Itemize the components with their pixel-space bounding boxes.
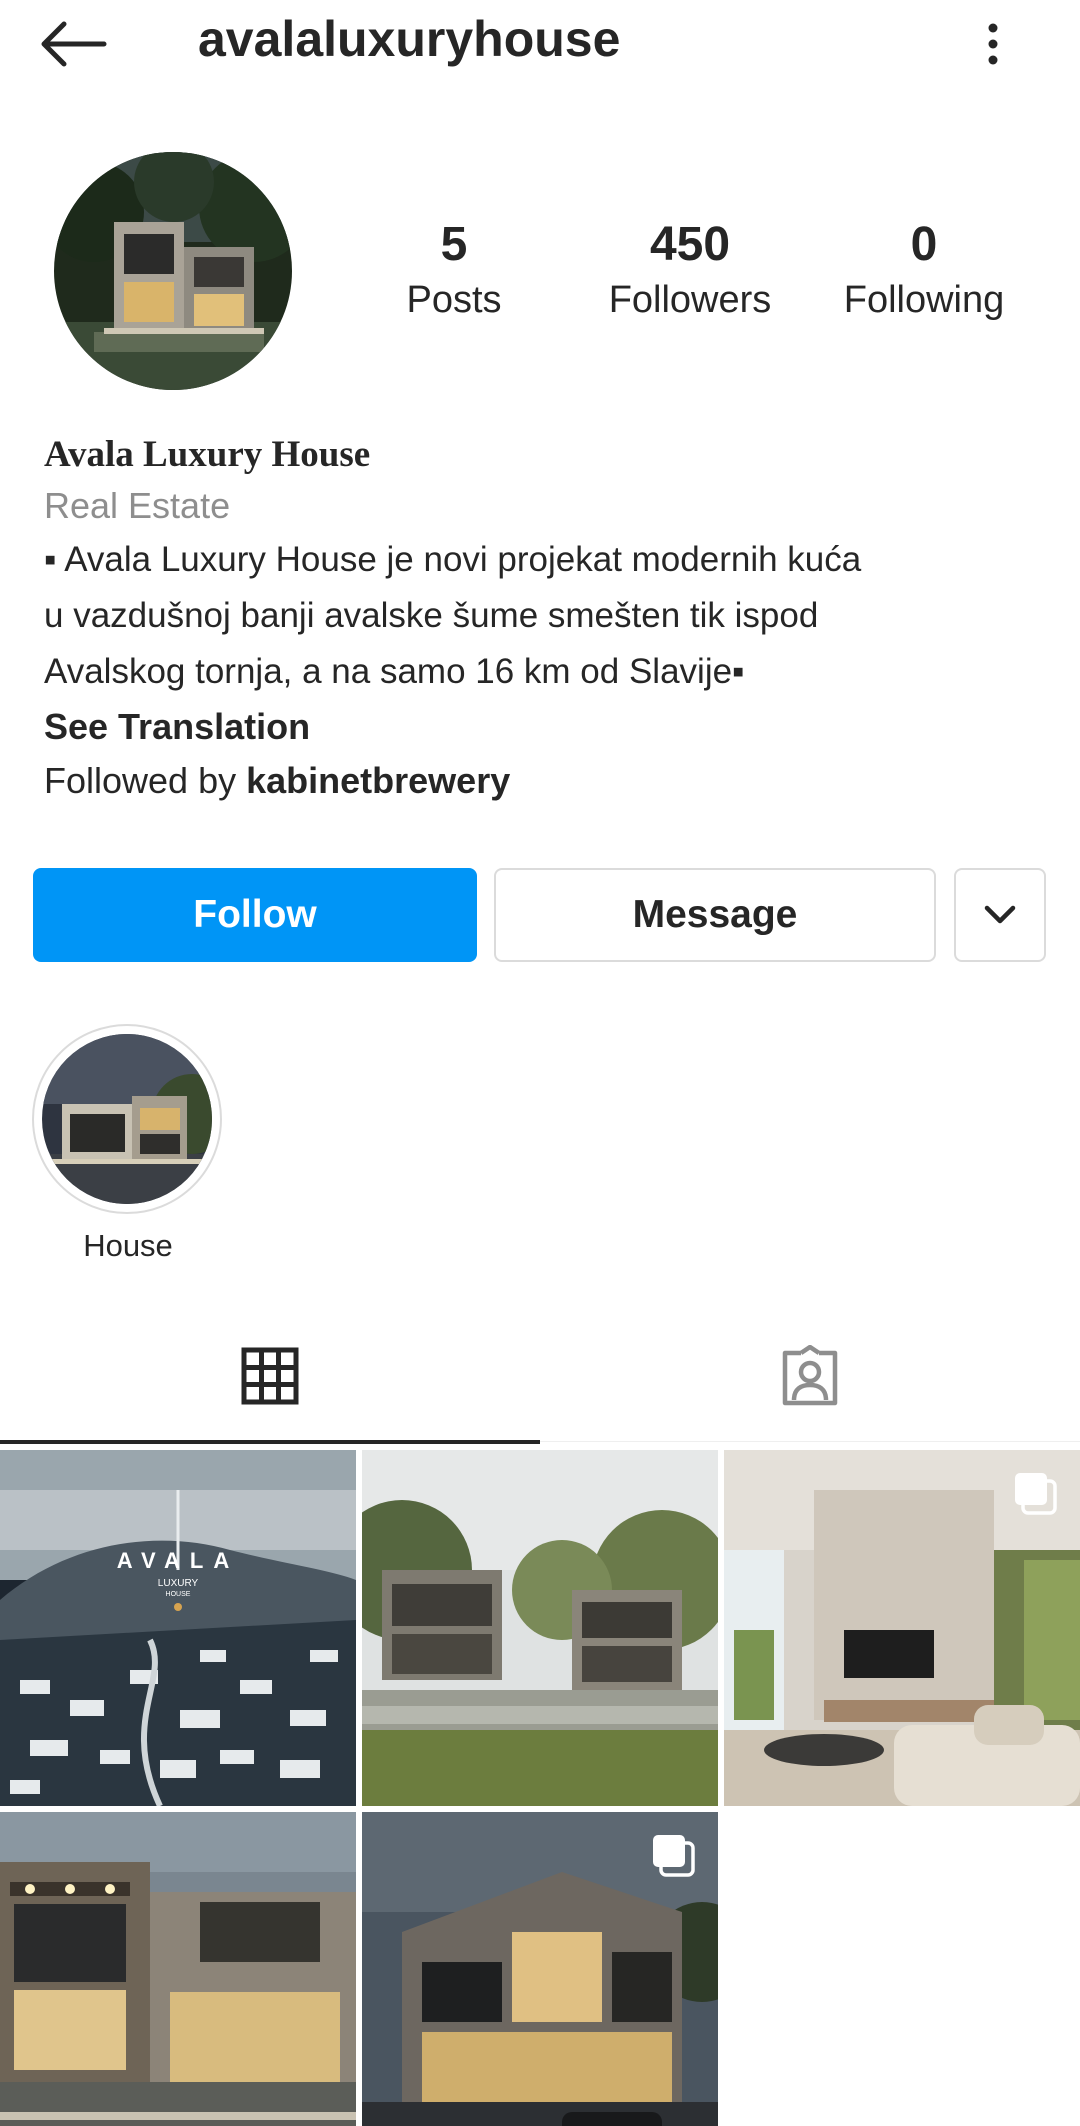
posts-label: Posts (406, 279, 502, 321)
post-tile[interactable] (362, 1450, 718, 1806)
top-bar: avalaluxuryhouse (0, 0, 1080, 88)
grid-icon (241, 1347, 299, 1405)
back-button[interactable] (38, 14, 118, 74)
post-tile[interactable] (0, 1812, 356, 2126)
post-logo-text: AVALA (117, 1548, 240, 1573)
profile-full-name: Avala Luxury House (44, 434, 371, 475)
followed-by-text[interactable]: Followed by kabinetbrewery (44, 754, 1044, 808)
message-button[interactable]: Message (494, 868, 936, 962)
tagged-person-icon (782, 1345, 838, 1406)
followers-label: Followers (608, 279, 772, 321)
highlight-label: House (83, 1228, 173, 1263)
bio-line: Avalskog tornja, a na samo 16 km od Slav… (44, 652, 745, 691)
tab-posts-grid[interactable] (0, 1310, 540, 1444)
suggested-accounts-button[interactable] (954, 868, 1046, 962)
more-vertical-icon (988, 23, 998, 65)
post-tile[interactable] (724, 1450, 1080, 1806)
story-highlight[interactable]: House (32, 1024, 224, 1264)
profile-username: avalaluxuryhouse (198, 11, 621, 67)
profile-tabs (0, 1310, 1080, 1444)
active-tab-indicator (0, 1440, 540, 1444)
profile-bio: Avala Luxury House Real Estate ▪ Avala L… (44, 430, 1044, 808)
follow-button[interactable]: Follow (33, 868, 477, 962)
multiple-images-icon (650, 1832, 696, 1878)
post-logo-sub2: HOUSE (166, 1591, 191, 1598)
following-label: Following (843, 279, 1005, 321)
profile-stats: 5 Posts 450 Followers 0 Following (380, 215, 1020, 335)
profile-category: Real Estate (44, 485, 231, 526)
followed-by-prefix: Followed by (44, 760, 247, 801)
highlight-cover (42, 1034, 212, 1204)
profile-avatar[interactable] (54, 152, 292, 390)
stat-following[interactable]: 0 Following (814, 215, 1034, 325)
chevron-down-icon (984, 905, 1016, 924)
multiple-images-icon (1012, 1470, 1058, 1516)
bio-line: u vazdušnoj banji avalske šume smešten t… (44, 596, 819, 635)
stat-followers[interactable]: 450 Followers (580, 215, 800, 325)
posts-count: 5 (440, 218, 468, 271)
more-options-button[interactable] (968, 14, 1018, 74)
followers-count: 450 (649, 218, 731, 271)
post-logo-sub: LUXURY (158, 1578, 199, 1589)
see-translation-link[interactable]: See Translation (44, 700, 1044, 754)
following-count: 0 (910, 218, 938, 271)
stat-posts[interactable]: 5 Posts (344, 215, 564, 325)
arrow-left-icon (41, 21, 107, 67)
highlight-ring (32, 1024, 222, 1214)
tab-tagged[interactable] (540, 1310, 1080, 1442)
followed-by-user[interactable]: kabinetbrewery (246, 760, 510, 801)
post-tile[interactable] (362, 1812, 718, 2126)
post-tile[interactable]: AVALA LUXURY HOUSE (0, 1450, 356, 1806)
bio-line: ▪ Avala Luxury House je novi projekat mo… (44, 540, 862, 579)
